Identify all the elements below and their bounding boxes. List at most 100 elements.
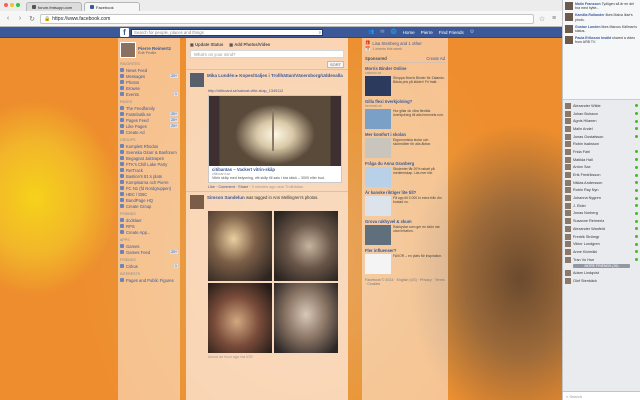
post-author-avatar[interactable]	[190, 195, 204, 209]
tagged-photo[interactable]	[274, 211, 338, 281]
zoom-window-icon[interactable]	[16, 3, 20, 7]
ad-title[interactable]: Grova rakhyvel & skum	[365, 219, 445, 224]
ad-title[interactable]: Fråga du Anna Granberg	[365, 161, 445, 166]
close-window-icon[interactable]	[4, 3, 8, 7]
update-status-tab[interactable]: ▣ Update Status	[190, 42, 223, 47]
chat-friend[interactable]: Niklas Andersson	[565, 179, 638, 187]
sponsored-ad[interactable]: Fler influenser? FAVOR – en plats för ins…	[365, 248, 445, 274]
ad-title[interactable]: Fler influenser?	[365, 248, 445, 253]
avatar[interactable]	[565, 2, 573, 10]
chat-friend[interactable]: Alexander Wilde	[565, 102, 638, 110]
sidebar-item[interactable]: Create Ad	[120, 129, 178, 135]
chat-friend[interactable]: Matilda Hall	[565, 156, 638, 164]
forward-arrow-icon[interactable]: ›	[16, 15, 24, 22]
add-photos-tab[interactable]: ▦ Add Photos/Video	[229, 42, 270, 47]
settings-icon[interactable]: ⚙	[470, 29, 474, 35]
messages-icon[interactable]: ✉	[380, 29, 384, 35]
status-input[interactable]: What's on your mind?	[190, 50, 344, 58]
sidebar-item[interactable]: Create App...	[120, 229, 178, 235]
avatar[interactable]	[120, 42, 136, 58]
tagged-photo[interactable]	[208, 211, 272, 281]
chat-friend[interactable]: Erik Fredriksson	[565, 171, 638, 179]
chat-friend[interactable]: Alexander Wanfeld	[565, 225, 638, 233]
ad-image[interactable]	[365, 225, 391, 245]
sidebar-item[interactable]: Events 1	[120, 91, 178, 97]
sidebar-item[interactable]: Cirkus 1	[120, 263, 178, 269]
avatar[interactable]	[565, 13, 573, 22]
create-ad-link[interactable]: Create Ad	[426, 56, 445, 61]
chat-friend[interactable]: Robin Ray Nyn	[565, 187, 638, 195]
sidebar-item[interactable]: Create Group	[120, 203, 178, 209]
url-input[interactable]: 🔒 https://www.facebook.com	[40, 13, 534, 24]
star-icon[interactable]: ☆	[538, 15, 546, 23]
chat-friend[interactable]: Malin Andel	[565, 125, 638, 133]
ad-image[interactable]	[365, 109, 391, 129]
notifications-icon[interactable]: 🌐	[390, 29, 396, 35]
post-timestamp[interactable]: 9 minutes ago near Trollhättan	[252, 185, 303, 189]
friend-requests-icon[interactable]: 👥	[368, 29, 374, 35]
chat-friend[interactable]: Tran Vu Hue	[565, 256, 638, 264]
post-author[interactable]: Simson Sandelun	[207, 195, 245, 200]
ad-image[interactable]	[365, 196, 391, 216]
back-arrow-icon[interactable]: ‹	[4, 15, 12, 22]
post-link[interactable]: http://citiboard.se/saknat-vitte-skap_13…	[208, 89, 344, 93]
chat-friend[interactable]: Johan Bolsson	[565, 110, 638, 118]
sponsored-ad[interactable]: Är kanske riktiger lite till? Få upp till…	[365, 190, 445, 216]
chat-friend[interactable]: Olof Stenbäck	[565, 277, 638, 285]
sidebar-item[interactable]: Svenska Gitarr & Basforum	[120, 149, 178, 155]
ad-image[interactable]	[365, 167, 391, 187]
nav-home[interactable]: Home	[403, 30, 415, 35]
chat-friend[interactable]: Robin Isaksson	[565, 140, 638, 148]
events-reminder[interactable]: 📅 1 events this week	[365, 46, 445, 52]
edit-profile-link[interactable]: Edit Profile	[138, 51, 171, 55]
profile-block[interactable]: Pierre Reimertz Edit Profile	[120, 42, 178, 58]
ad-image[interactable]	[365, 76, 391, 96]
ad-title[interactable]: Mer komfort i skolan	[365, 132, 445, 137]
post-author-avatar[interactable]	[190, 73, 204, 87]
sort-button[interactable]: SORT	[326, 61, 344, 68]
chat-friend[interactable]: J. Elder	[565, 202, 638, 210]
post-timestamp[interactable]: About an hour ago via iOS	[208, 355, 253, 359]
chat-friend[interactable]: Adam Lindqvist	[565, 269, 638, 277]
chat-friend[interactable]: Viktor Lundgren	[565, 240, 638, 248]
chat-friend[interactable]: Jonas Norberg	[565, 210, 638, 218]
nav-profile[interactable]: Pierre	[421, 30, 433, 35]
link-preview-card[interactable]: citibantas – Vackert vitrin-skåp citiboa…	[208, 95, 342, 183]
minimize-window-icon[interactable]	[10, 3, 14, 7]
chat-friend[interactable]: Johanna Nygren	[565, 194, 638, 202]
ticker-story[interactable]: Kamilla Rullander likes Malva Ikse's pho…	[565, 13, 638, 22]
sidebar-item[interactable]: FC N1 (fd Nordgruppen)	[120, 185, 178, 191]
tagged-photo[interactable]	[208, 283, 272, 353]
avatar[interactable]	[565, 36, 573, 45]
sponsored-ad[interactable]: Morris Binder Online zalando.se Shoppa Mor…	[365, 66, 445, 96]
avatar[interactable]	[565, 24, 573, 33]
chat-friend[interactable]: Jonas Gustafsson	[565, 133, 638, 141]
chat-friend[interactable]: Agnis Hilanen	[565, 117, 638, 125]
like-comment-share[interactable]: Like · Comment · Share	[208, 185, 248, 189]
nav-find-friends[interactable]: Find Friends	[439, 30, 464, 35]
reload-icon[interactable]: ↻	[28, 15, 36, 23]
browser-tab[interactable]: forum.fmtsupp.com	[26, 2, 82, 11]
chat-friend[interactable]: Susanne Reimertz	[565, 217, 638, 225]
chat-friend[interactable]: Frida Fahl	[565, 148, 638, 156]
sponsored-ad[interactable]: Grova rakhyvel & skum Rakhyvlar som ger e…	[365, 219, 445, 245]
browser-tab-active[interactable]: Facebook	[84, 2, 140, 11]
post-author[interactable]: Mika Lundén	[207, 73, 235, 78]
menu-icon[interactable]: ≡	[550, 15, 558, 22]
sidebar-item[interactable]: Pages and Public Figures	[120, 277, 178, 283]
facebook-logo[interactable]: f	[120, 28, 129, 37]
chat-friend[interactable]: Anne Kivimäki	[565, 248, 638, 256]
search-input[interactable]: Search for people, places and things ⌕	[131, 29, 323, 36]
profile-name[interactable]: Pierre Reimertz	[138, 46, 171, 51]
sidebar-item[interactable]: Games Feed 20+	[120, 249, 178, 255]
tagged-photo[interactable]	[274, 283, 338, 353]
ticker-story[interactable]: Malin Fransson Tydligen så är en del bra…	[565, 2, 638, 10]
ticker-story[interactable]: Gustav Lunden likes Marcus Källman's sta…	[565, 24, 638, 33]
ad-image[interactable]	[365, 254, 391, 274]
sponsored-ad[interactable]: Mer komfort i skolan Ergonomiska stolar o…	[365, 132, 445, 158]
sponsored-ad[interactable]: Gilla flexi överkjolning? hemmet.se Hur gi…	[365, 99, 445, 129]
chat-friend[interactable]: Anton Sax	[565, 164, 638, 172]
ad-image[interactable]	[365, 138, 391, 158]
sponsored-ad[interactable]: Fråga du Anna Granberg Studenter får 20% …	[365, 161, 445, 187]
post-group[interactable]: Kopes/Saljes i Trollhättan/Vänersborg/Ud…	[239, 73, 343, 78]
